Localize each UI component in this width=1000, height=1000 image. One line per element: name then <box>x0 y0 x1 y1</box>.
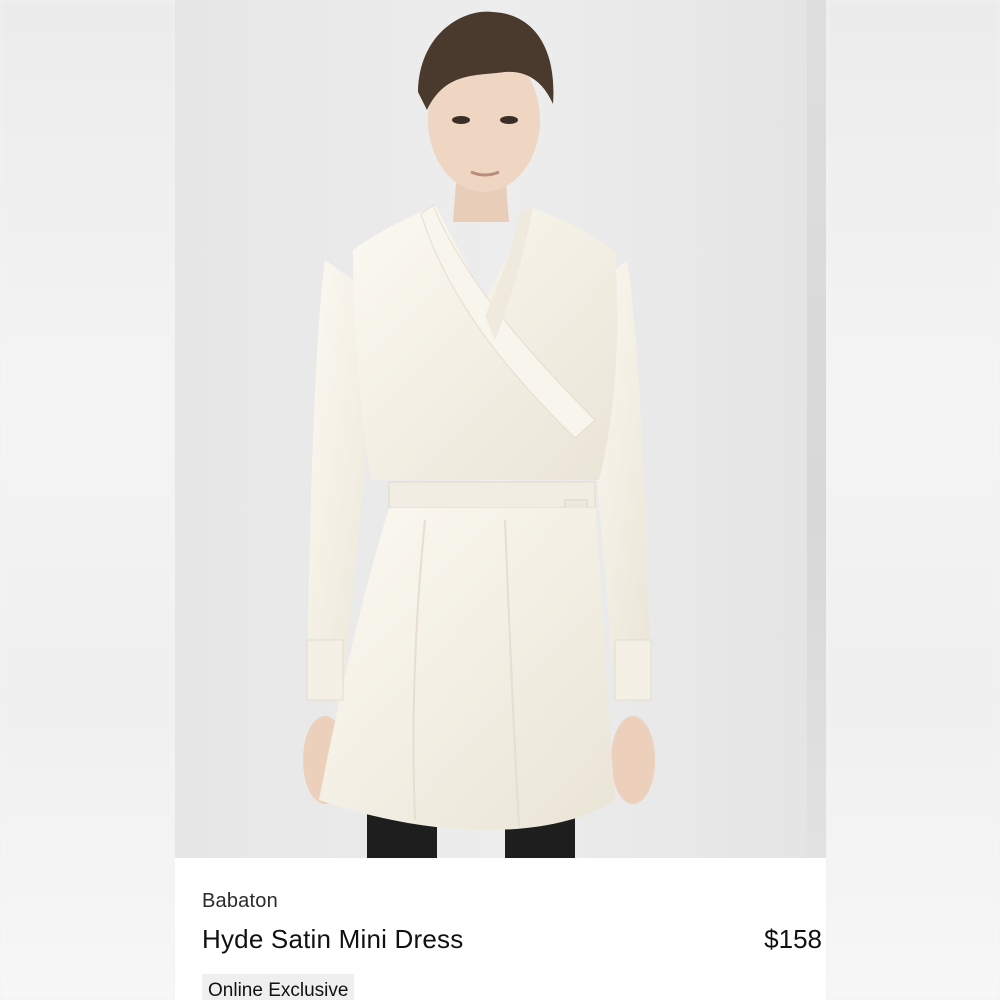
online-exclusive-badge: Online Exclusive <box>202 974 355 1000</box>
product-card[interactable]: Babaton Hyde Satin Mini Dress $158 Onlin… <box>175 0 826 1000</box>
product-title[interactable]: Hyde Satin Mini Dress <box>202 924 463 955</box>
blurred-background-right <box>826 0 1000 1000</box>
product-image[interactable] <box>175 0 826 858</box>
adjacent-image-edge <box>807 0 826 858</box>
blurred-background-left <box>0 0 175 1000</box>
dress-photo-illustration <box>175 0 826 858</box>
product-info: Babaton Hyde Satin Mini Dress $158 Onlin… <box>175 858 826 1000</box>
product-price: $158 <box>764 924 822 954</box>
brand-name[interactable]: Babaton <box>202 890 278 913</box>
